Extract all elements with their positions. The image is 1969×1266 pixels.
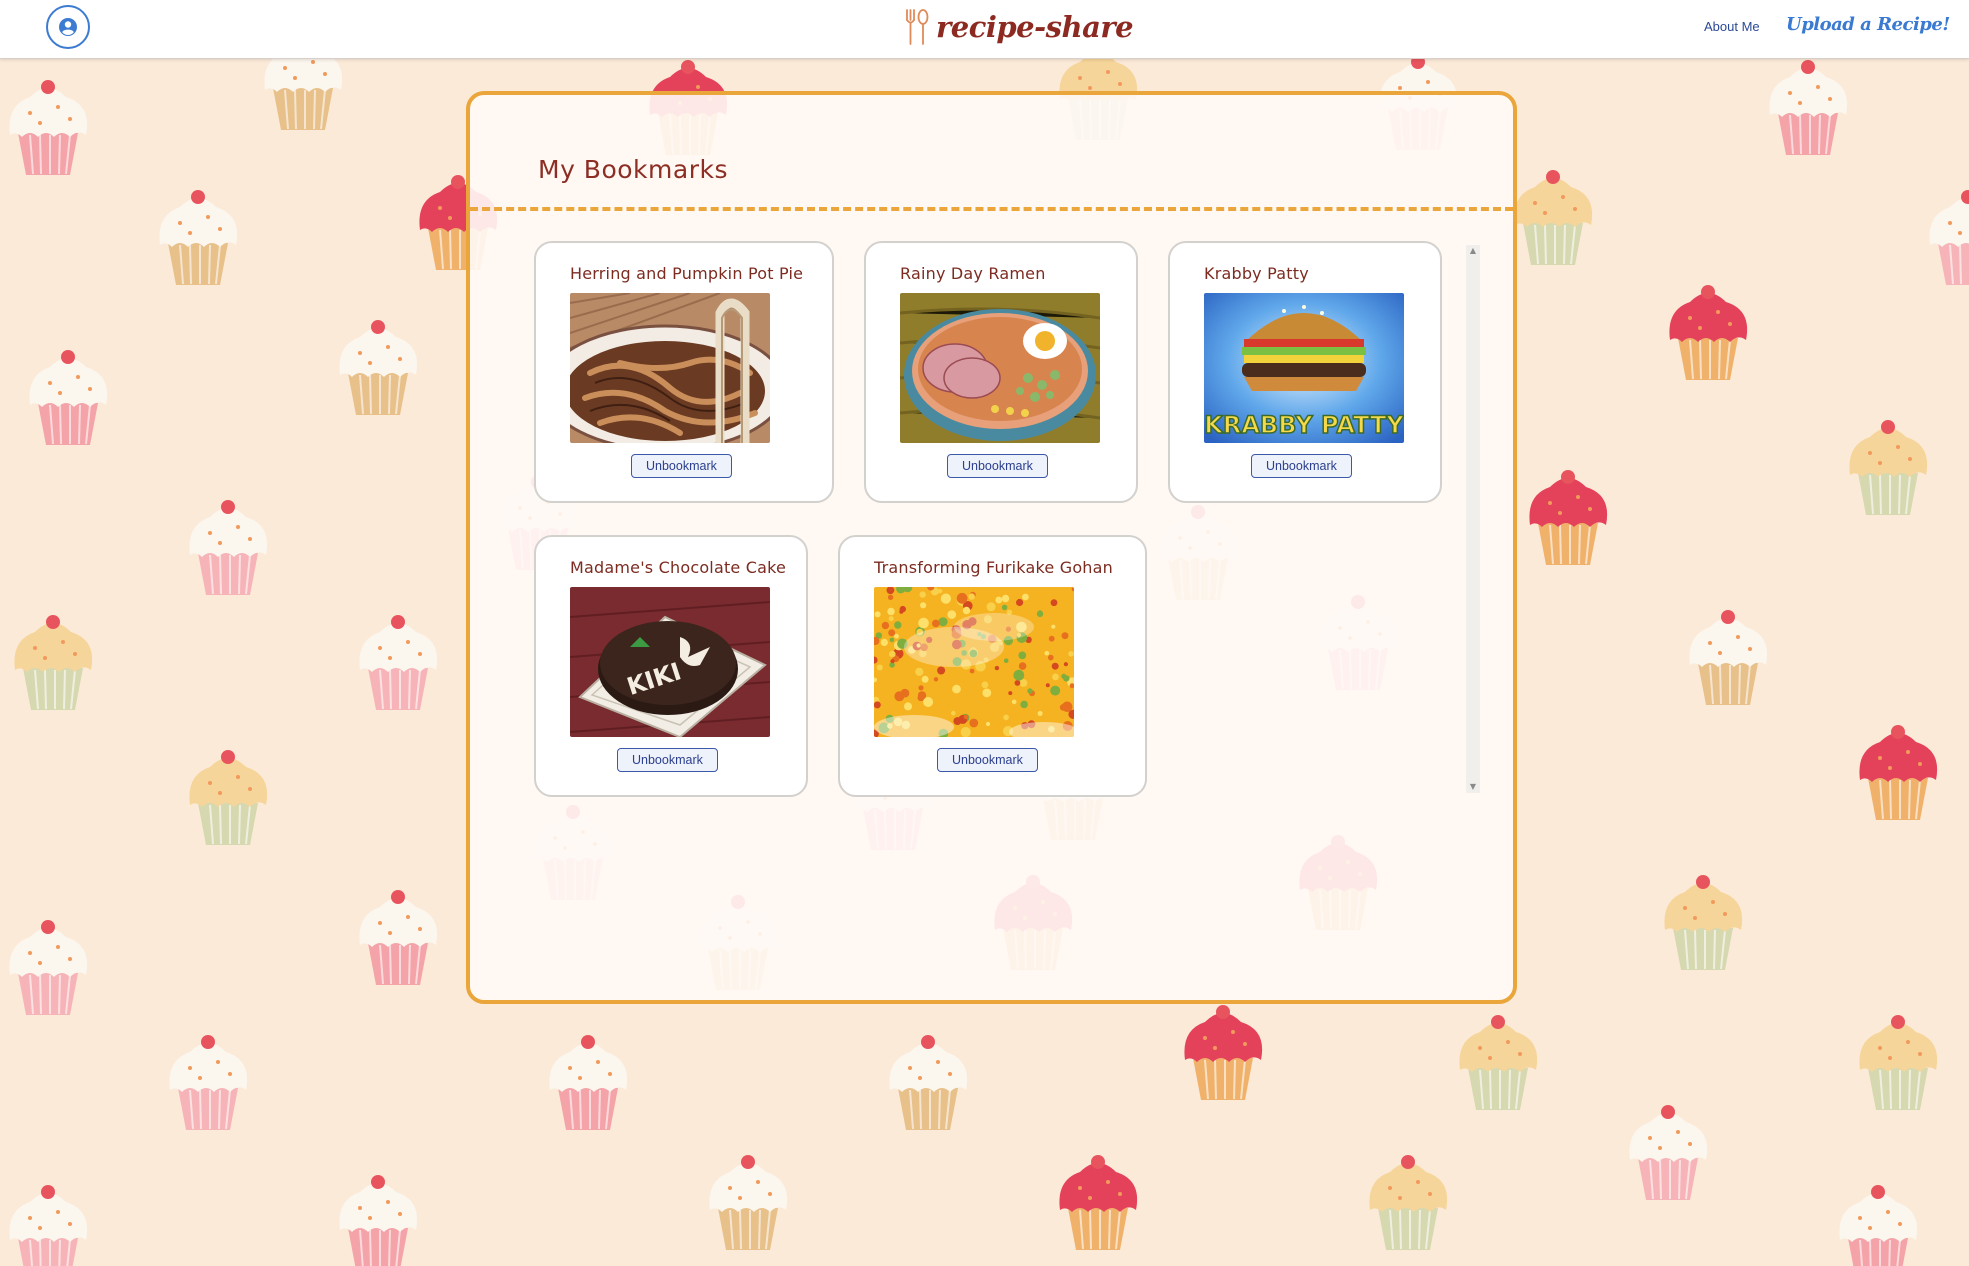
nav-about-me-link[interactable]: About Me — [1704, 19, 1760, 34]
cupcake-decoration — [1520, 465, 1616, 569]
cupcake-decoration — [1830, 1180, 1926, 1266]
unbookmark-button[interactable]: Unbookmark — [617, 748, 718, 772]
dashed-divider — [470, 207, 1513, 211]
unbookmark-button[interactable]: Unbookmark — [1251, 454, 1352, 478]
cupcake-decoration — [350, 610, 446, 714]
recipe-title[interactable]: Herring and Pumpkin Pot Pie — [570, 264, 803, 283]
bookmark-card[interactable]: Madame's Chocolate Cake KIKI Unbookmark — [534, 535, 808, 797]
unbookmark-button[interactable]: Unbookmark — [937, 748, 1038, 772]
cupcake-decoration — [330, 315, 426, 419]
top-navbar: recipe-share About Me Upload a Recipe! — [0, 0, 1969, 59]
cupcake-decoration — [1920, 185, 1969, 289]
bookmark-card[interactable]: Rainy Day Ramen Unbookmark — [864, 241, 1138, 503]
cupcake-decoration — [1050, 1150, 1146, 1254]
recipe-image-ramen[interactable] — [900, 293, 1100, 443]
scroll-up-arrow-icon[interactable]: ▲ — [1466, 245, 1480, 257]
cupcake-decoration — [350, 885, 446, 989]
cupcake-decoration — [1360, 1150, 1456, 1254]
cupcake-decoration — [1450, 1010, 1546, 1114]
cupcake-decoration — [180, 495, 276, 599]
user-circle-icon — [59, 18, 77, 36]
unbookmark-button[interactable]: Unbookmark — [947, 454, 1048, 478]
cupcake-decoration — [1505, 165, 1601, 269]
cupcake-decoration — [1660, 280, 1756, 384]
recipe-image-furikake-gohan[interactable] — [874, 587, 1074, 737]
cupcake-decoration — [1680, 605, 1776, 709]
cupcake-decoration — [1760, 55, 1856, 159]
recipe-image-krabby-patty[interactable]: KRABBY PATTY — [1204, 293, 1404, 443]
cupcake-decoration — [1620, 1100, 1716, 1204]
cupcake-decoration — [880, 1030, 976, 1134]
cupcake-decoration — [1850, 1010, 1946, 1114]
cupcake-decoration — [1175, 1000, 1271, 1104]
cupcake-decoration — [160, 1030, 256, 1134]
recipe-title[interactable]: Madame's Chocolate Cake — [570, 558, 786, 577]
site-logo[interactable]: recipe-share — [904, 8, 1134, 46]
recipe-title[interactable]: Transforming Furikake Gohan — [874, 558, 1113, 577]
cupcake-decoration — [700, 1150, 796, 1254]
cupcake-decoration — [1840, 415, 1936, 519]
cupcake-decoration — [1655, 870, 1751, 974]
cupcake-decoration — [150, 185, 246, 289]
scroll-down-arrow-icon[interactable]: ▼ — [1466, 781, 1480, 793]
bookmarks-panel: My Bookmarks ▲ ▼ Herring and Pumpkin Pot… — [466, 91, 1517, 1004]
bookmark-card[interactable]: Transforming Furikake Gohan Unbookmark — [838, 535, 1147, 797]
cupcake-decoration — [0, 1180, 96, 1266]
recipe-image-chocolate-cake[interactable]: KIKI — [570, 587, 770, 737]
nav-upload-recipe-link[interactable]: Upload a Recipe! — [1786, 14, 1950, 35]
profile-button[interactable] — [46, 5, 90, 49]
recipe-title[interactable]: Krabby Patty — [1204, 264, 1309, 283]
krabby-patty-image-text: KRABBY PATTY — [1204, 411, 1404, 439]
site-name: recipe-share — [936, 10, 1134, 44]
page-title: My Bookmarks — [538, 155, 728, 184]
cupcake-decoration — [0, 75, 96, 179]
bookmark-card[interactable]: Herring and Pumpkin Pot Pie Unbookmark — [534, 241, 834, 503]
cupcake-decoration — [5, 610, 101, 714]
cupcake-decoration — [180, 745, 276, 849]
cupcake-decoration — [540, 1030, 636, 1134]
cupcake-decoration — [20, 345, 116, 449]
fork-spoon-icon — [906, 9, 929, 45]
cupcake-decoration — [0, 915, 96, 1019]
recipe-title[interactable]: Rainy Day Ramen — [900, 264, 1046, 283]
recipe-image-pot-pie[interactable] — [570, 293, 770, 443]
cupcake-decoration — [330, 1170, 426, 1266]
cupcake-decoration — [1850, 720, 1946, 824]
unbookmark-button[interactable]: Unbookmark — [631, 454, 732, 478]
bookmark-card[interactable]: Krabby Patty KRABBY PATTY Unbookmark — [1168, 241, 1442, 503]
bookmarks-scrollbar[interactable]: ▲ ▼ — [1466, 245, 1480, 793]
